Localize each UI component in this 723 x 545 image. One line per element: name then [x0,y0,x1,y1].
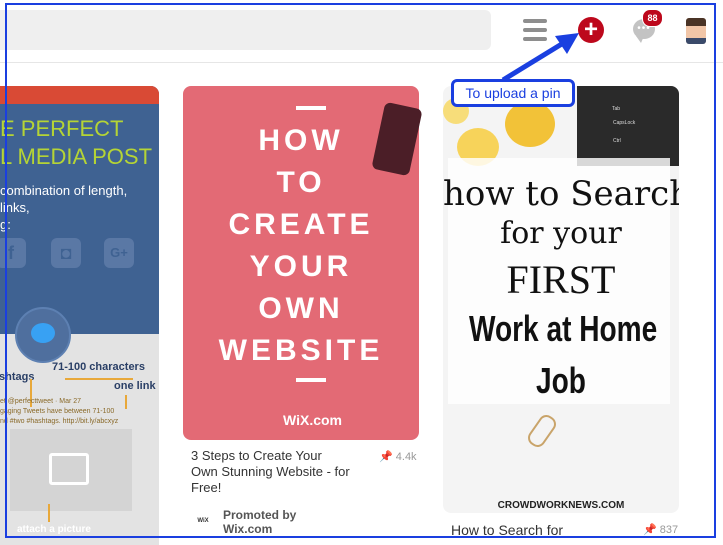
pin-title[interactable]: 3 Steps to Create Your Own Stunning Webs… [191,448,351,496]
pin-title[interactable]: How to Search for [451,522,563,539]
tweet-example: et @perfecttweet · Mar 27 gaging Tweets … [0,398,119,425]
avatar[interactable] [686,18,706,44]
google-plus-icon: G+ [104,238,134,268]
pin-card-work-at-home[interactable]: Tab CapsLock Ctrl how to Search for your… [443,86,679,513]
image-placeholder-icon [10,429,132,511]
upload-pin-callout: To upload a pin [451,79,575,107]
pin-image-text: OWN [258,292,344,325]
header-divider [0,62,723,63]
wix-logo-icon[interactable]: WiX [193,511,213,531]
pin-save-count: 📌 4.4k [379,451,417,463]
pin-image-text: Job [536,360,586,401]
watermark: CROWDWORKNEWS.COM [497,500,625,511]
annotation-arrow-icon [501,33,579,83]
promoted-by[interactable]: Promoted by Wix.com [223,508,296,536]
wix-logo: WiX.com [283,412,342,428]
pin-text-line: g: [0,217,11,232]
notification-badge: 88 [642,9,663,27]
pin-card-social-post[interactable]: E PERFECT L MEDIA POST combination of le… [0,86,159,545]
twitter-bird-icon [15,307,71,363]
pin-save-count: 📌 837 [643,524,679,536]
keyboard-image: Tab CapsLock Ctrl [577,86,679,166]
top-bar: + ••• 88 [0,0,723,62]
pin-heading-line: E PERFECT [0,116,124,141]
pin-image-text: YOUR [249,250,353,283]
instagram-icon: ◘ [51,238,81,268]
pin-image-text: FIRST [506,257,616,302]
pin-image-text: Work at Home [468,308,658,349]
pin-heading-line: L MEDIA POST [0,144,153,169]
pin-text-line: combination of length, links, [0,183,128,215]
pin-image-text: for your [500,216,622,251]
paperclip-icon [524,411,560,451]
pin-image-text: WEBSITE [218,334,384,367]
facebook-icon: f [0,238,26,268]
pin-image-text: how to Search [443,174,679,214]
label-characters: 71-100 characters [52,361,145,373]
label-one-link: one link [114,380,156,392]
search-bar[interactable] [0,10,491,50]
label-attach-picture: attach a picture [17,524,91,535]
pin-image-text: CREATE [228,208,374,241]
